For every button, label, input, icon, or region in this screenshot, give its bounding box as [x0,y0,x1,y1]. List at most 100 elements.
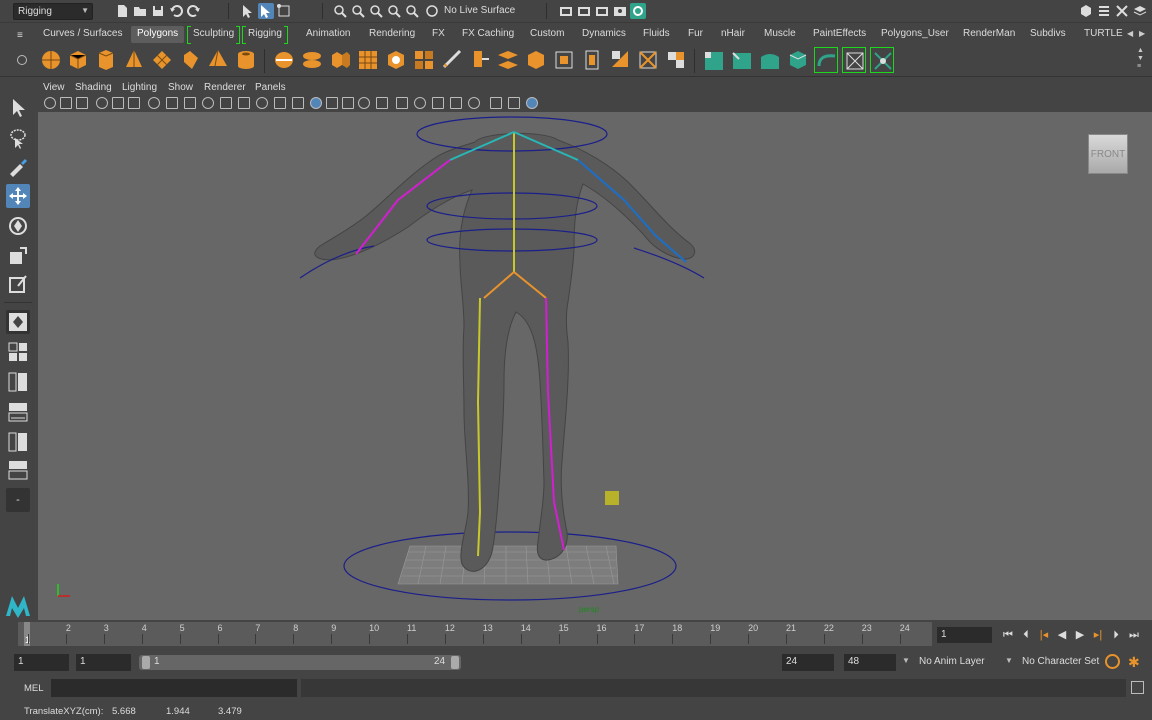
tab-fx[interactable]: FX [426,26,451,43]
tool-settings-icon[interactable] [1114,3,1130,19]
lasso-tool-icon[interactable] [6,126,30,150]
bevel-icon[interactable] [524,47,548,73]
poly-pyramid-icon[interactable] [206,47,230,73]
panel-toolbar-icon[interactable] [292,97,304,109]
step-forward-icon[interactable]: ⏵ [1108,627,1124,643]
layout-uv-icon[interactable] [842,47,866,73]
tab-custom[interactable]: Custom [524,26,570,43]
snap-point-icon[interactable] [368,3,384,19]
menu-renderer[interactable]: Renderer [204,82,246,93]
paint-select-tool-icon[interactable] [6,154,30,178]
select-component-icon[interactable] [276,3,292,19]
menu-panels[interactable]: Panels [255,82,286,93]
menu-set-dropdown[interactable]: Rigging ▼ [13,3,93,20]
tab-fx-caching[interactable]: FX Caching [456,26,520,43]
tab-rigging[interactable]: Rigging [242,26,288,44]
tab-muscle[interactable]: Muscle [758,26,802,43]
select-object-icon[interactable] [258,3,274,19]
smooth-icon[interactable] [356,47,380,73]
chevron-down-icon[interactable]: ▼ [1005,656,1013,665]
tab-dynamics[interactable]: Dynamics [576,26,632,43]
live-surface-label[interactable]: No Live Surface [444,3,528,20]
play-forwards-icon[interactable]: ▶ [1072,627,1088,643]
panel-toolbar-icon[interactable] [326,97,338,109]
checker-icon[interactable] [664,47,688,73]
panel-toolbar-icon[interactable] [166,97,178,109]
step-back-key-icon[interactable]: |◂ [1036,627,1052,643]
scale-tool-icon[interactable] [6,244,30,268]
playback-end-field[interactable]: 24 [782,654,834,671]
fill-hole-icon[interactable] [580,47,604,73]
panel-toolbar-icon[interactable] [490,97,502,109]
command-input[interactable] [51,679,297,697]
persp-graph-layout-icon[interactable] [6,400,30,424]
scroll-left-icon[interactable]: ◀ [1127,29,1133,38]
panel-toolbar-icon[interactable] [44,97,56,109]
script-editor-icon[interactable] [1131,681,1144,694]
combine-icon[interactable] [272,47,296,73]
play-backwards-icon[interactable]: ◀ [1054,627,1070,643]
move-tool-icon[interactable] [6,184,30,208]
tab-nhair[interactable]: nHair [715,26,751,43]
attribute-editor-icon[interactable] [1096,3,1112,19]
tab-subdivs[interactable]: Subdivs [1024,26,1072,43]
panel-toolbar-icon[interactable] [414,97,426,109]
planar-map-icon[interactable] [730,47,754,73]
poly-cylinder-icon[interactable] [94,47,118,73]
persp-hypershade-layout-icon[interactable] [6,430,30,454]
panel-toolbar-icon[interactable] [508,97,520,109]
viewport-persp[interactable]: FRONT persp [38,112,1152,620]
panel-toolbar-icon[interactable] [342,97,354,109]
new-scene-icon[interactable] [114,3,130,19]
snap-grid-icon[interactable] [332,3,348,19]
tab-painteffects[interactable]: PaintEffects [807,26,872,43]
append-polygon-icon[interactable] [552,47,576,73]
modeling-toolkit-icon[interactable] [1078,3,1094,19]
menu-shading[interactable]: Shading [75,82,112,93]
snap-surface-icon[interactable] [404,3,420,19]
step-back-icon[interactable]: ⏴ [1018,627,1034,643]
panel-toolbar-icon[interactable] [238,97,250,109]
ipr-render-icon[interactable] [594,3,610,19]
snap-view-plane-icon[interactable] [386,3,402,19]
tab-rendering[interactable]: Rendering [363,26,421,43]
tab-polygons[interactable]: Polygons [131,26,185,43]
current-frame-field[interactable]: 1 [937,627,992,643]
anim-layer-label[interactable]: No Anim Layer [919,656,985,667]
scroll-right-icon[interactable]: ▶ [1139,29,1145,38]
poly-plane-icon[interactable] [150,47,174,73]
panel-toolbar-icon[interactable] [526,97,538,109]
go-to-end-icon[interactable]: ⏭ [1126,627,1142,643]
universal-manipulator-icon[interactable] [6,272,30,296]
render-settings-icon[interactable] [612,3,628,19]
anim-start-field[interactable]: 1 [14,654,69,671]
undo-icon[interactable] [168,3,184,19]
custom-layout-icon[interactable]: - [6,488,30,512]
spherical-map-icon[interactable] [786,47,810,73]
four-view-layout-icon[interactable] [6,340,30,364]
auto-key-icon[interactable] [1105,654,1120,669]
range-end-handle[interactable] [451,656,459,669]
panel-toolbar-icon[interactable] [60,97,72,109]
tab-renderman[interactable]: RenderMan [957,26,1021,43]
persp-uv-layout-icon[interactable] [6,458,30,482]
live-surface-icon[interactable] [424,3,440,19]
select-tool-icon[interactable] [6,96,30,120]
merge-icon[interactable] [608,47,632,73]
tab-animation[interactable]: Animation [300,26,356,43]
panel-toolbar-icon[interactable] [274,97,286,109]
tab-sculpting[interactable]: Sculpting [187,26,241,44]
cut-uv-icon[interactable] [870,47,894,73]
panel-toolbar-icon[interactable] [450,97,462,109]
menu-lighting[interactable]: Lighting [122,82,157,93]
persp-outliner-layout-icon[interactable] [6,370,30,394]
menu-view[interactable]: View [43,82,65,93]
extract-icon[interactable] [328,47,352,73]
panel-toolbar-icon[interactable] [432,97,444,109]
panel-toolbar-icon[interactable] [310,97,322,109]
view-cube[interactable]: FRONT [1088,134,1128,174]
tab-polygons-user[interactable]: Polygons_User [875,26,955,43]
unfold-uv-icon[interactable] [814,47,838,73]
poly-cone-icon[interactable] [122,47,146,73]
panel-toolbar-icon[interactable] [396,97,408,109]
